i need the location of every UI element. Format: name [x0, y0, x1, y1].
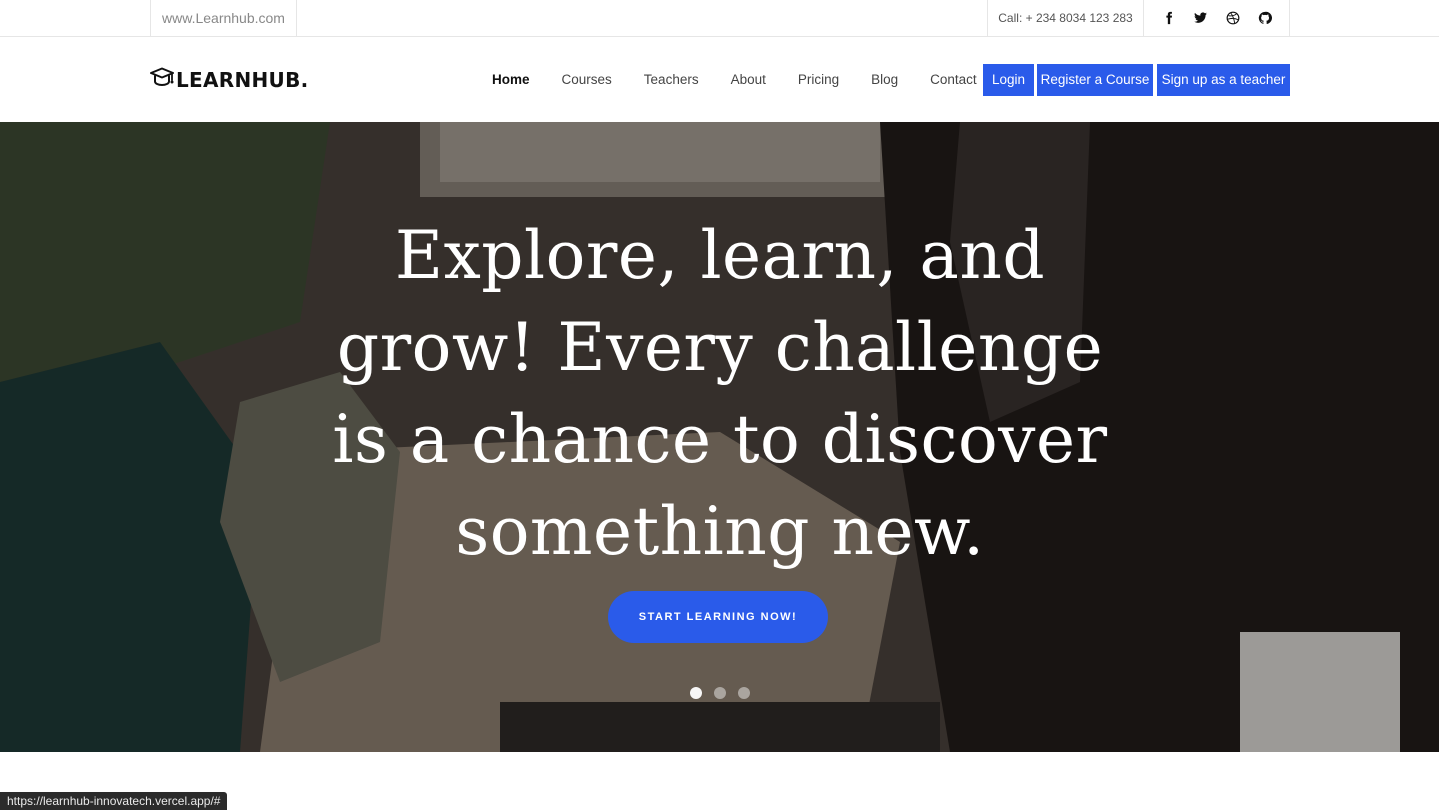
top-bar: www.Learnhub.com Call: + 234 8034 123 28… [0, 0, 1439, 37]
register-course-button[interactable]: Register a Course [1037, 64, 1153, 96]
github-icon[interactable] [1256, 9, 1274, 27]
carousel-dot-2[interactable] [714, 687, 726, 699]
hero-title-line-1: Explore, learn, and [394, 217, 1046, 294]
graduation-cap-icon [150, 67, 174, 94]
logo[interactable]: LEARNHUB. [150, 67, 309, 93]
carousel-dots [690, 687, 750, 699]
nav-item-pricing[interactable]: Pricing [782, 64, 855, 96]
hero-title-line-2: grow! Every challenge [336, 309, 1104, 386]
main-navbar: LEARNHUB. Home Courses Teachers About Pr… [0, 37, 1439, 122]
nav-menu: Home Courses Teachers About Pricing Blog… [476, 64, 993, 96]
carousel-dot-1[interactable] [690, 687, 702, 699]
nav-item-home[interactable]: Home [476, 64, 546, 96]
nav-item-about[interactable]: About [715, 64, 782, 96]
link-status-bar: https://learnhub-innovatech.vercel.app/# [0, 792, 228, 810]
teacher-signup-button[interactable]: Sign up as a teacher [1157, 64, 1290, 96]
social-links [1144, 0, 1290, 36]
twitter-icon[interactable] [1192, 9, 1210, 27]
hero-banner: Explore, learn, and grow! Every challeng… [0, 122, 1439, 752]
start-learning-button[interactable]: START LEARNING NOW! [608, 591, 828, 643]
nav-item-contact[interactable]: Contact [914, 64, 993, 96]
hero-title: Explore, learn, and grow! Every challeng… [300, 210, 1140, 578]
nav-item-courses[interactable]: Courses [546, 64, 628, 96]
logo-text: LEARNHUB. [176, 68, 309, 92]
dribbble-icon[interactable] [1224, 9, 1242, 27]
facebook-icon[interactable] [1160, 9, 1178, 27]
site-address: www.Learnhub.com [150, 0, 297, 36]
hero-title-line-3: is a chance to discover [332, 401, 1108, 478]
call-info: Call: + 234 8034 123 283 [987, 0, 1144, 36]
carousel-dot-3[interactable] [738, 687, 750, 699]
hero-title-line-4: something new. [455, 493, 985, 570]
login-button[interactable]: Login [983, 64, 1034, 96]
nav-item-teachers[interactable]: Teachers [628, 64, 715, 96]
nav-item-blog[interactable]: Blog [855, 64, 914, 96]
